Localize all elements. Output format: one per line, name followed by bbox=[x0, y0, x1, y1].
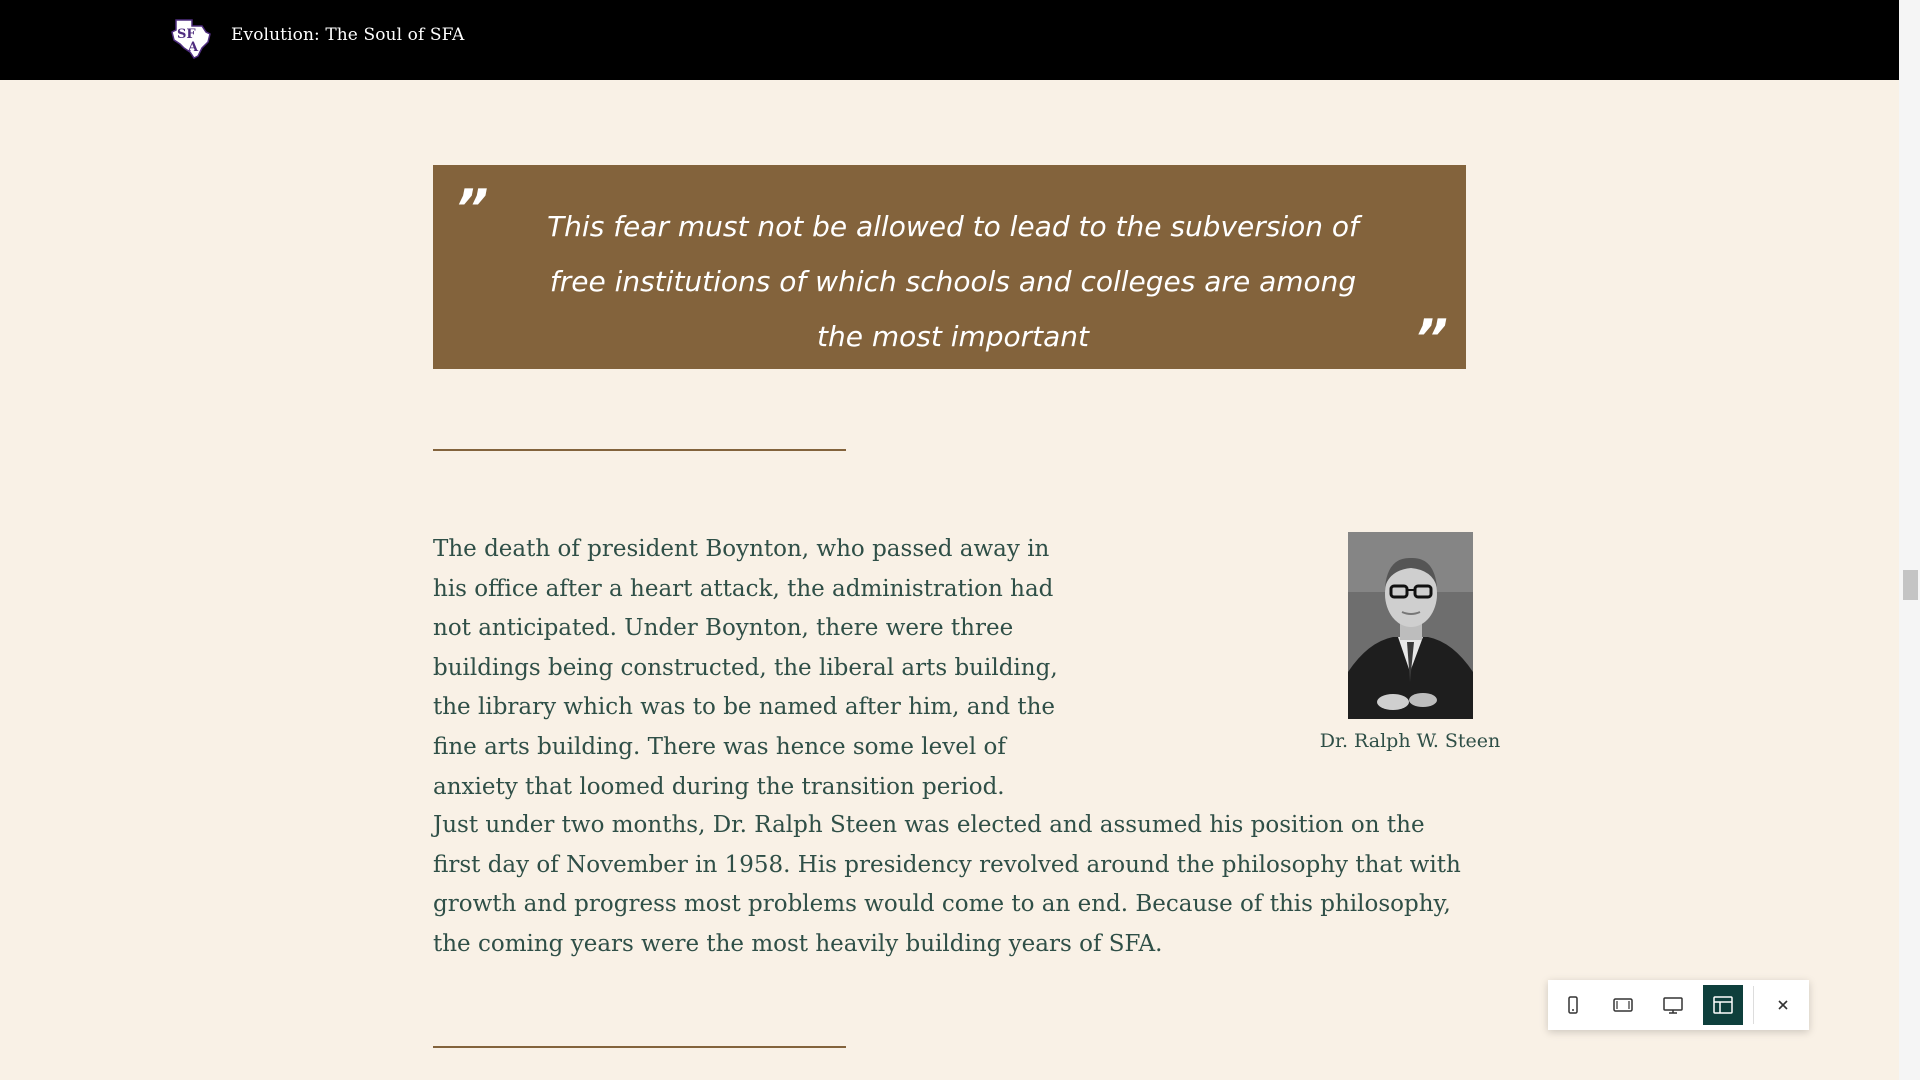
desktop-icon bbox=[1663, 997, 1683, 1014]
article-paragraph: Just under two months, Dr. Ralph Steen w… bbox=[433, 812, 1461, 957]
toolbar-separator bbox=[1753, 986, 1754, 1024]
desktop-view-button[interactable] bbox=[1653, 985, 1693, 1025]
scrollbar-thumb[interactable] bbox=[1903, 570, 1918, 600]
pull-quote: ” This fear must not be allowed to lead … bbox=[433, 165, 1466, 369]
portrait-photo bbox=[1348, 532, 1473, 719]
image-caption: Dr. Ralph W. Steen bbox=[1319, 730, 1501, 752]
section-divider bbox=[433, 1046, 846, 1048]
full-layout-view-button[interactable] bbox=[1703, 985, 1743, 1025]
open-quote-icon: ” bbox=[455, 179, 489, 239]
mobile-icon bbox=[1568, 996, 1578, 1014]
page-scrollbar[interactable] bbox=[1899, 0, 1920, 1080]
quote-text: This fear must not be allowed to lead to… bbox=[547, 210, 1359, 353]
device-preview-toolbar bbox=[1548, 980, 1809, 1030]
tablet-view-button[interactable] bbox=[1603, 985, 1643, 1025]
site-header: SF A Evolution: The Soul of SFA bbox=[0, 0, 1899, 80]
close-toolbar-button[interactable] bbox=[1763, 985, 1803, 1025]
close-icon bbox=[1778, 1000, 1788, 1010]
full-layout-icon bbox=[1713, 996, 1733, 1014]
tablet-icon bbox=[1613, 998, 1633, 1012]
sfa-texas-logo-icon[interactable]: SF A bbox=[168, 16, 214, 60]
site-title[interactable]: Evolution: The Soul of SFA bbox=[231, 25, 464, 45]
close-quote-icon: ” bbox=[1414, 309, 1449, 369]
article-paragraph: The death of president Boynton, who pass… bbox=[433, 536, 1058, 800]
svg-text:A: A bbox=[187, 40, 199, 55]
mobile-view-button[interactable] bbox=[1553, 985, 1593, 1025]
section-divider bbox=[433, 449, 846, 451]
